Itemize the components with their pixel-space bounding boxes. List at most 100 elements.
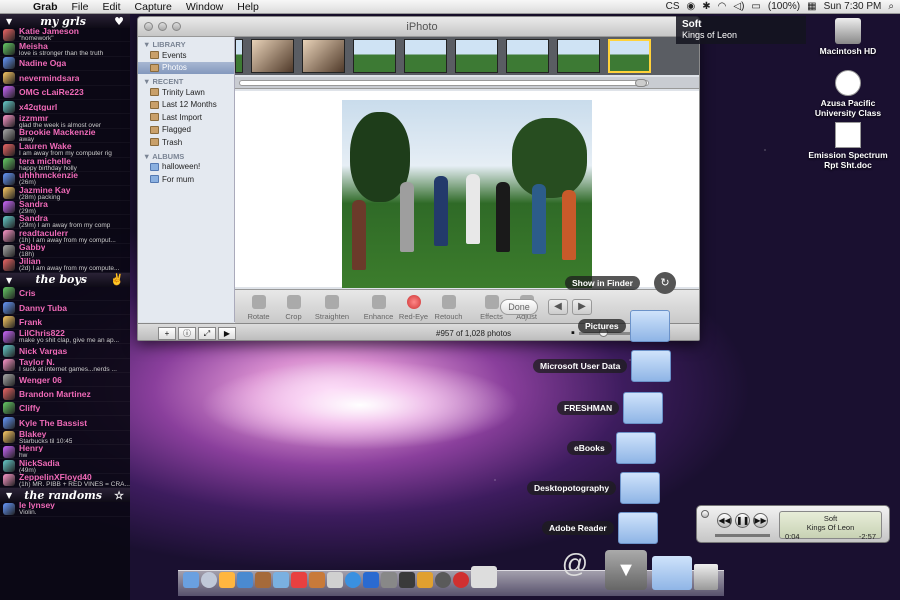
now-playing-notification[interactable]: Soft Kings of Leon (676, 16, 806, 44)
buddy-row[interactable]: Wenger 06 (0, 373, 130, 388)
trash-icon[interactable] (694, 564, 718, 590)
photo-thumbnail[interactable] (557, 39, 600, 73)
buddy-row[interactable]: Sandra (29m) (0, 200, 130, 216)
wifi-icon[interactable]: ◠ (718, 1, 727, 12)
info-button[interactable]: ⓘ (178, 326, 196, 340)
system-preferences-icon[interactable] (435, 572, 451, 588)
buddy-group-header[interactable]: ▼ the randoms ☆ (0, 488, 130, 503)
buddy-row[interactable]: le lynsey Violin. (0, 501, 130, 517)
buddy-row[interactable]: Meisha love is stronger than the truth (0, 42, 130, 57)
finder-icon[interactable] (183, 572, 199, 588)
photo-thumbnail[interactable] (353, 39, 396, 73)
previous-photo-button[interactable]: ◀ (548, 299, 568, 315)
calendar-icon[interactable] (291, 572, 307, 588)
buddy-row[interactable]: Nadine Oga (0, 57, 130, 72)
buddy-row[interactable]: Gabby (18h) (0, 243, 130, 259)
source-last-import[interactable]: Last Import (138, 111, 234, 124)
flag-icon[interactable]: ▦ (807, 1, 816, 12)
buddy-row[interactable]: nevermindsara (0, 71, 130, 86)
terminal-icon[interactable] (381, 572, 397, 588)
pause-button[interactable]: ❚❚ (735, 513, 750, 528)
filmstrip[interactable] (235, 37, 699, 75)
retouch-button[interactable]: Retouch (431, 295, 466, 324)
album-halloween[interactable]: halloween! (138, 161, 234, 174)
source-photos[interactable]: Photos (138, 61, 234, 74)
buddy-row[interactable]: Blakey Starbucks til 10:45 (0, 430, 130, 445)
photo-thumbnail[interactable] (404, 39, 447, 73)
spotify-icon[interactable]: ◉ (687, 1, 696, 12)
word-icon[interactable] (363, 572, 379, 588)
preview-icon[interactable] (273, 572, 289, 588)
crop-button[interactable]: Crop (276, 295, 311, 324)
desktop-icon-azusa[interactable]: Azusa Pacific University Class (803, 70, 893, 118)
main-photo[interactable] (342, 100, 592, 288)
vlc-icon[interactable] (417, 572, 433, 588)
photo-thumbnail[interactable] (302, 39, 345, 73)
source-last-12-months[interactable]: Last 12 Months (138, 99, 234, 112)
iphoto-icon[interactable] (255, 572, 271, 588)
buddy-row[interactable]: readtaculerr (1h) I am away from my compu… (0, 229, 130, 244)
buddy-row[interactable]: Taylor N. I suck at internet games...nerd… (0, 358, 130, 373)
menu-capture[interactable]: Capture (128, 1, 179, 13)
documents-stack-icon[interactable]: ▼ (605, 550, 647, 590)
stack-item-desktopotography[interactable]: Desktopotography (527, 472, 661, 504)
enhance-button[interactable]: Enhance (361, 295, 396, 324)
grab-icon[interactable] (399, 572, 415, 588)
menu-extra-cs[interactable]: CS (666, 1, 680, 12)
next-track-button[interactable]: ▶▶ (753, 513, 768, 528)
buddy-row[interactable]: uhhhmckenzie (26m) (0, 171, 130, 187)
spotlight-icon[interactable]: ⌕ (888, 1, 894, 12)
red-eye-button[interactable]: Red-Eye (396, 295, 431, 324)
menu-help[interactable]: Help (230, 1, 266, 13)
straighten-button[interactable]: Straighten (311, 295, 353, 324)
photo-thumbnail[interactable] (251, 39, 294, 73)
buddy-row[interactable]: ZeppelinXFloyd40 (1h) MR. PIBB + RED VINE… (0, 473, 130, 489)
buddy-row[interactable]: Jazmine Kay (28m) packing (0, 186, 130, 201)
source-trash[interactable]: Trash (138, 136, 234, 149)
stack-spring-icon[interactable]: @ (560, 548, 590, 588)
buddy-row[interactable]: Cliffy (0, 402, 130, 417)
buddy-row[interactable]: Sandra (29m) I am away from my comp (0, 214, 130, 230)
stack-item-ebooks[interactable]: eBooks (567, 432, 656, 464)
add-button[interactable]: + (158, 326, 176, 340)
buddy-row[interactable]: izzmmr glad the week is almost over (0, 114, 130, 129)
buddy-group-header[interactable]: ▼ my grls ♥ (0, 14, 130, 28)
done-button[interactable]: Done (500, 299, 538, 315)
album-for-mum[interactable]: For mum (138, 173, 234, 186)
clock[interactable]: Sun 7:30 PM (824, 1, 882, 12)
photo-thumbnail-selected[interactable] (608, 39, 651, 73)
safari-icon[interactable] (237, 572, 253, 588)
textedit-icon[interactable] (327, 572, 343, 588)
zoom-button[interactable] (172, 22, 181, 31)
dashboard-icon[interactable] (201, 572, 217, 588)
buddy-row[interactable]: Danny Tuba (0, 301, 130, 316)
slideshow-button[interactable]: ▶ (218, 326, 236, 340)
source-flagged[interactable]: Flagged (138, 124, 234, 137)
menu-file[interactable]: File (65, 1, 96, 13)
filmstrip-scrollbar[interactable] (235, 77, 699, 89)
fullscreen-button[interactable]: ⤢ (198, 326, 216, 340)
minimize-button[interactable] (158, 22, 167, 31)
buddy-row[interactable]: x42qtgurl (0, 100, 130, 115)
volume-icon[interactable]: ◁) (733, 1, 744, 12)
downloads-folder-icon[interactable] (652, 556, 692, 590)
buddy-row[interactable]: Brandon Martinez (0, 387, 130, 402)
stack-item-adobe-reader[interactable]: Adobe Reader (542, 512, 658, 544)
stack-item-microsoft-user-data[interactable]: Microsoft User Data (533, 350, 672, 382)
bluetooth-icon[interactable]: ✱ (702, 1, 710, 12)
buddy-row[interactable]: LilChris822 make yo shit clap, give me an… (0, 329, 130, 345)
buddy-row[interactable]: Brookie Mackenzie away (0, 128, 130, 144)
buddy-row[interactable]: Katie Jameson "homework" (0, 27, 130, 43)
stack-item-freshman[interactable]: FRESHMAN (557, 392, 664, 424)
menu-window[interactable]: Window (179, 1, 230, 13)
volume-slider[interactable] (715, 534, 770, 537)
menu-edit[interactable]: Edit (95, 1, 127, 13)
buddy-row[interactable]: Lauren Wake I am away from my computer ri… (0, 142, 130, 158)
source-events[interactable]: Events (138, 49, 234, 62)
previous-track-button[interactable]: ◀◀ (717, 513, 732, 528)
battery-percent[interactable]: (100%) (768, 1, 800, 12)
close-button[interactable] (144, 22, 153, 31)
buddy-row[interactable]: Cris (0, 287, 130, 302)
desktop-icon-emission-doc[interactable]: Emission Spectrum Rpt Sht.doc (803, 122, 893, 170)
stack-item-pictures[interactable]: Pictures (578, 310, 670, 342)
